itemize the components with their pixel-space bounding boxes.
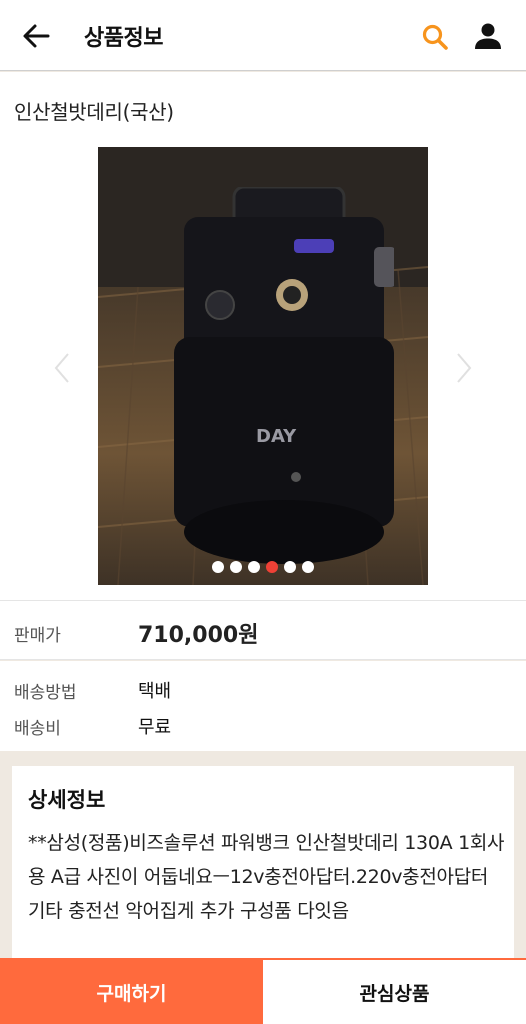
search-button[interactable] bbox=[418, 20, 452, 54]
wishlist-button[interactable]: 관심상품 bbox=[263, 960, 526, 1024]
product-name: 인산철밧데리(국산) bbox=[14, 100, 174, 124]
slide-dot[interactable] bbox=[248, 561, 260, 573]
product-section: 인산철밧데리(국산) DAY bbox=[0, 72, 526, 600]
bottom-action-bar: 구매하기 관심상품 bbox=[0, 958, 526, 1024]
slide-dot[interactable] bbox=[284, 561, 296, 573]
detail-title: 상세정보 bbox=[28, 788, 106, 812]
detail-card: 상세정보 **삼성(정품)비즈솔루션 파워뱅크 인산철밧데리 130A 1회사용… bbox=[12, 766, 514, 966]
shipping-fee-value: 무료 bbox=[138, 717, 172, 738]
device-brand-text: DAY bbox=[256, 426, 297, 447]
shipping-info: 배송방법 택배 배송비 무료 bbox=[0, 661, 526, 751]
page-title: 상품정보 bbox=[84, 26, 163, 51]
back-button[interactable] bbox=[18, 18, 54, 54]
slide-dot[interactable] bbox=[302, 561, 314, 573]
price-row: 판매가 710,000원 bbox=[0, 600, 526, 660]
user-icon bbox=[475, 23, 501, 49]
battery-device-picture: DAY bbox=[174, 187, 394, 564]
buy-button[interactable]: 구매하기 bbox=[0, 960, 263, 1024]
product-image[interactable]: DAY bbox=[98, 147, 428, 585]
chevron-right-icon[interactable] bbox=[452, 350, 476, 386]
shipping-method-label: 배송방법 bbox=[14, 683, 77, 703]
search-icon bbox=[422, 24, 448, 50]
detail-description: **삼성(정품)비즈솔루션 파워뱅크 인산철밧데리 130A 1회사용 A급 사… bbox=[28, 832, 505, 922]
price-label: 판매가 bbox=[14, 626, 61, 646]
user-button[interactable] bbox=[470, 18, 506, 54]
top-bar: 상품정보 bbox=[0, 0, 526, 71]
chevron-left-icon[interactable] bbox=[50, 350, 74, 386]
slide-dot[interactable] bbox=[212, 561, 224, 573]
slide-indicator bbox=[0, 561, 526, 573]
shipping-fee-label: 배송비 bbox=[14, 719, 61, 739]
shipping-method-value: 택배 bbox=[138, 681, 172, 702]
slide-dot[interactable] bbox=[230, 561, 242, 573]
slide-dot[interactable] bbox=[266, 561, 278, 573]
price-value: 710,000원 bbox=[138, 623, 259, 648]
arrow-left-icon bbox=[23, 24, 50, 48]
